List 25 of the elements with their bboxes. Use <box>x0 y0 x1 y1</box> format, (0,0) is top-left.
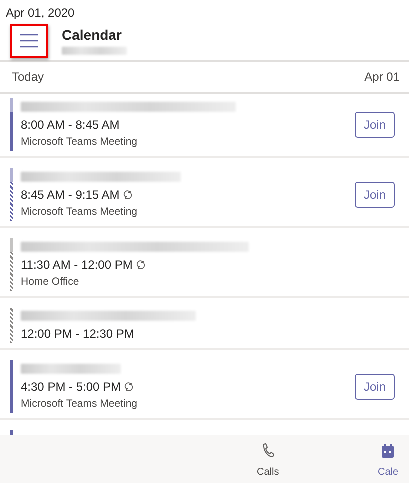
recurring-icon <box>124 382 134 392</box>
event-time: 8:00 AM - 8:45 AM <box>21 117 120 134</box>
event-time: 8:45 AM - 9:15 AM <box>21 187 120 204</box>
join-button[interactable]: Join <box>354 112 395 138</box>
nav-tab[interactable]: Cale <box>378 443 399 480</box>
recurring-icon <box>122 190 133 200</box>
calendar-icon <box>381 443 396 461</box>
event-time: 11:30 AM - 12:00 PM <box>21 257 133 274</box>
event-location: Microsoft Teams Meeting <box>21 397 139 412</box>
status-date: Apr 01, 2020 <box>5 5 76 22</box>
join-button[interactable]: Join <box>354 182 395 208</box>
day-label: Today <box>12 69 44 86</box>
day-date: Apr 01 <box>364 69 400 86</box>
event-time: 12:00 PM - 12:30 PM <box>21 326 134 343</box>
event-location: Microsoft Teams Meeting <box>21 205 139 220</box>
join-button[interactable]: Join <box>354 374 395 400</box>
menu-button[interactable] <box>10 24 48 58</box>
event-location: Microsoft Teams Meeting <box>21 135 139 150</box>
event-status-bar <box>10 430 13 435</box>
page-title: Calendar <box>62 27 123 43</box>
event-time: 4:30 PM - 5:00 PM <box>21 379 122 396</box>
menu-icon <box>19 34 39 48</box>
event-location: Home Office <box>21 275 80 290</box>
recurring-icon <box>136 260 146 270</box>
nav-tab[interactable]: Calls <box>257 443 280 480</box>
